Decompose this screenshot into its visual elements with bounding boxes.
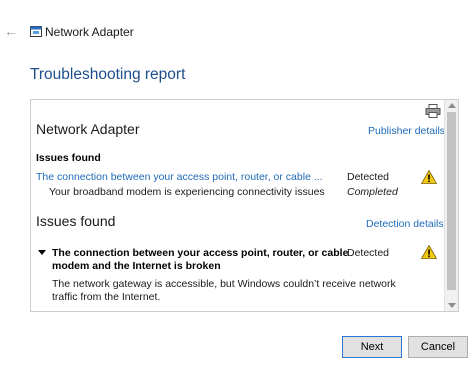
detail-status: Detected [347,247,390,259]
printer-icon[interactable] [425,104,441,118]
sub-issue-status: Completed [347,186,398,198]
detail-desc-line1: The network gateway is accessible, but W… [52,278,396,290]
issue-status: Detected [347,171,390,183]
detail-description: The network gateway is accessible, but W… [52,278,396,304]
next-button[interactable]: Next [342,336,402,358]
scroll-down-icon[interactable] [448,303,456,308]
issue-link[interactable]: The connection between your access point… [36,171,323,183]
warning-icon [421,245,437,259]
publisher-details-link[interactable]: Publisher details [368,125,445,137]
vertical-scrollbar[interactable] [444,100,458,311]
detail-title-line1: The connection between your access point… [52,247,349,259]
issues-found-label: Issues found [36,152,101,164]
page-heading: Troubleshooting report [30,66,186,83]
network-adapter-icon [30,26,42,37]
detail-title-line2: modem and the Internet is broken [52,260,221,272]
detail-title: The connection between your access point… [52,247,348,273]
title-bar: ← Network Adapter [0,20,474,44]
scroll-thumb[interactable] [447,112,456,290]
collapse-arrow-icon[interactable] [38,250,46,255]
detail-section-title: Issues found [36,213,116,229]
cancel-button[interactable]: Cancel [408,336,468,358]
warning-icon [421,170,437,184]
adapter-title: Network Adapter [36,121,140,137]
scroll-up-icon[interactable] [448,103,456,108]
detection-details-link[interactable]: Detection details [366,218,444,230]
sub-issue-text: Your broadband modem is experiencing con… [49,186,325,198]
back-arrow-icon[interactable]: ← [4,23,18,39]
window-title: Network Adapter [45,25,134,39]
report-panel: Network Adapter Publisher details Issues… [30,99,459,312]
detail-desc-line2: traffic from the Internet. [52,291,161,303]
